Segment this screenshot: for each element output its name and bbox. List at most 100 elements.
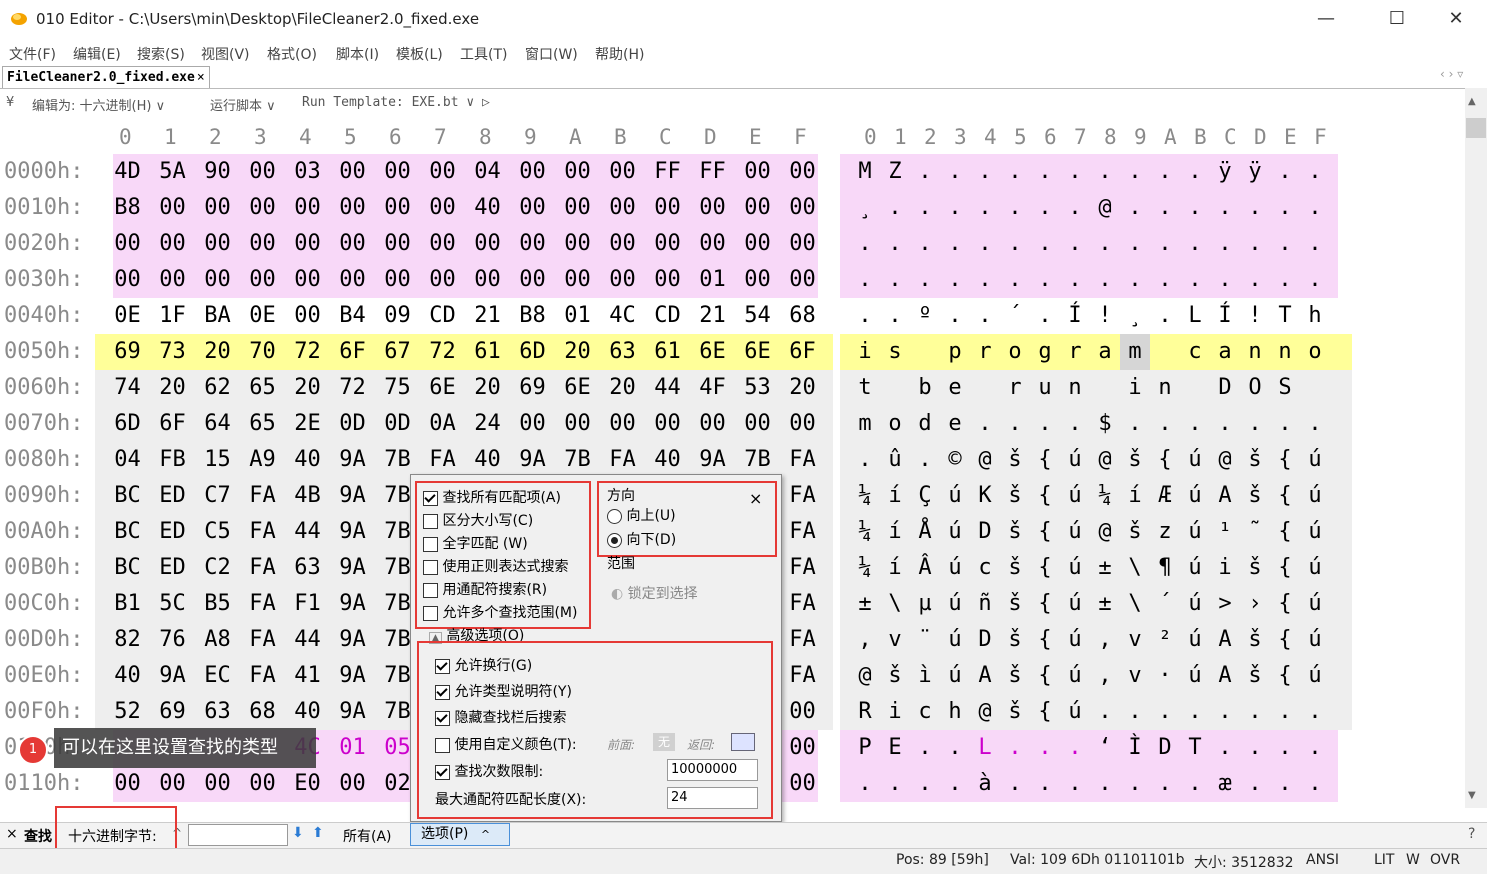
text-char[interactable]: . xyxy=(1030,730,1060,766)
hex-byte[interactable]: 00 xyxy=(150,226,195,262)
hex-byte[interactable]: 00 xyxy=(330,262,375,298)
hex-byte[interactable]: 76 xyxy=(150,622,195,658)
text-char[interactable]: c xyxy=(970,550,1000,586)
hex-byte[interactable]: 67 xyxy=(375,334,420,370)
text-char[interactable]: @ xyxy=(1090,514,1120,550)
hex-byte[interactable]: 00 xyxy=(330,766,375,802)
hex-byte[interactable]: 9A xyxy=(330,442,375,478)
hex-byte[interactable]: 9A xyxy=(330,586,375,622)
hex-byte[interactable]: 09 xyxy=(375,298,420,334)
hex-byte[interactable]: 00 xyxy=(510,190,555,226)
hex-byte[interactable]: FA xyxy=(240,622,285,658)
text-char[interactable]: Æ xyxy=(1150,478,1180,514)
text-char[interactable]: ¸ xyxy=(1120,298,1150,334)
hex-byte[interactable]: 00 xyxy=(465,262,510,298)
hex-byte[interactable]: 6F xyxy=(780,334,825,370)
text-char[interactable]: ú xyxy=(1300,514,1330,550)
hex-byte[interactable]: B8 xyxy=(510,298,555,334)
text-char[interactable]: . xyxy=(1120,262,1150,298)
hex-byte[interactable]: 5A xyxy=(150,154,195,190)
menu-template[interactable]: 模板(L) xyxy=(396,44,443,64)
text-char[interactable]: . xyxy=(1300,730,1330,766)
hex-byte[interactable]: 00 xyxy=(195,766,240,802)
text-char[interactable]: . xyxy=(880,766,910,802)
text-char[interactable]: . xyxy=(1000,766,1030,802)
hex-byte[interactable]: 72 xyxy=(420,334,465,370)
hex-byte[interactable]: B5 xyxy=(195,586,240,622)
text-char[interactable]: ú xyxy=(1060,514,1090,550)
text-char[interactable]: ú xyxy=(940,622,970,658)
text-char[interactable]: h xyxy=(940,694,970,730)
hex-byte[interactable]: 44 xyxy=(645,370,690,406)
hex-byte[interactable]: 70 xyxy=(240,334,285,370)
hex-byte[interactable]: 21 xyxy=(690,298,735,334)
hex-byte[interactable]: 00 xyxy=(240,190,285,226)
text-char[interactable]: . xyxy=(970,154,1000,190)
hex-byte[interactable]: 00 xyxy=(780,694,825,730)
hex-byte[interactable]: 20 xyxy=(195,334,240,370)
text-char[interactable]: { xyxy=(1030,442,1060,478)
text-char[interactable]: . xyxy=(1210,694,1240,730)
hex-byte[interactable]: 63 xyxy=(600,334,645,370)
text-char[interactable]: . xyxy=(940,190,970,226)
text-char[interactable]: š xyxy=(880,658,910,694)
text-char[interactable]: D xyxy=(1150,730,1180,766)
text-char[interactable]: e xyxy=(940,370,970,406)
text-char[interactable]: . xyxy=(1240,226,1270,262)
hex-byte[interactable]: 00 xyxy=(780,190,825,226)
hex-byte[interactable]: 00 xyxy=(780,406,825,442)
text-char[interactable]: ú xyxy=(1180,622,1210,658)
text-char[interactable]: ú xyxy=(1060,550,1090,586)
text-char[interactable]: D xyxy=(970,514,1000,550)
hex-byte[interactable]: 9A xyxy=(330,478,375,514)
hex-byte[interactable]: 00 xyxy=(420,154,465,190)
hex-byte[interactable]: 00 xyxy=(285,262,330,298)
hex-byte[interactable]: 00 xyxy=(645,190,690,226)
hex-byte[interactable]: 69 xyxy=(150,694,195,730)
text-char[interactable]: ú xyxy=(1300,550,1330,586)
text-char[interactable]: . xyxy=(1240,262,1270,298)
text-char[interactable]: . xyxy=(850,262,880,298)
menu-search[interactable]: 搜索(S) xyxy=(137,44,185,64)
hex-byte[interactable]: 01 xyxy=(690,262,735,298)
text-char[interactable]: . xyxy=(1030,766,1060,802)
text-char[interactable]: › xyxy=(1240,586,1270,622)
hex-byte[interactable]: A9 xyxy=(240,442,285,478)
hex-byte[interactable]: 00 xyxy=(735,226,780,262)
hex-byte[interactable]: FA xyxy=(780,514,825,550)
text-char[interactable]: m xyxy=(850,406,880,442)
text-char[interactable]: n xyxy=(1150,370,1180,406)
hex-byte[interactable]: 00 xyxy=(690,190,735,226)
hex-byte[interactable]: 63 xyxy=(285,550,330,586)
hex-byte[interactable]: 00 xyxy=(105,226,150,262)
hex-byte[interactable]: 40 xyxy=(645,442,690,478)
hex-byte[interactable]: 9A xyxy=(150,658,195,694)
text-char[interactable]: ¼ xyxy=(850,550,880,586)
lock-selection-label[interactable]: 锁定到选择 xyxy=(628,586,698,602)
scroll-up-icon[interactable]: ▲ xyxy=(1468,96,1476,107)
text-char[interactable]: . xyxy=(880,298,910,334)
hex-byte[interactable]: 0D xyxy=(375,406,420,442)
hex-byte[interactable]: BC xyxy=(105,550,150,586)
text-char[interactable]: ú xyxy=(1300,442,1330,478)
text-char[interactable]: . xyxy=(1240,730,1270,766)
text-char[interactable]: µ xyxy=(910,586,940,622)
text-char[interactable]: @ xyxy=(970,442,1000,478)
text-char[interactable]: š xyxy=(1000,550,1030,586)
text-char[interactable]: . xyxy=(1030,190,1060,226)
text-char[interactable]: Í xyxy=(1210,298,1240,334)
hex-byte[interactable]: 4C xyxy=(600,298,645,334)
hex-byte[interactable]: ED xyxy=(150,550,195,586)
hex-byte[interactable]: 15 xyxy=(195,442,240,478)
hex-byte[interactable]: 00 xyxy=(645,406,690,442)
text-char[interactable]: { xyxy=(1030,514,1060,550)
text-char[interactable]: { xyxy=(1270,442,1300,478)
hex-byte[interactable]: 00 xyxy=(555,190,600,226)
text-char[interactable]: . xyxy=(1270,262,1300,298)
text-char[interactable]: d xyxy=(910,406,940,442)
text-char[interactable]: . xyxy=(1090,694,1120,730)
hex-row[interactable]: 0070h: 6D 6F 64 65 2E 0D 0D 0A 24 00 00 00 00 00 00 00 m o… xyxy=(0,406,1465,442)
text-char[interactable]: . xyxy=(1000,406,1030,442)
text-char[interactable]: A xyxy=(970,658,1000,694)
hex-byte[interactable]: 00 xyxy=(690,406,735,442)
